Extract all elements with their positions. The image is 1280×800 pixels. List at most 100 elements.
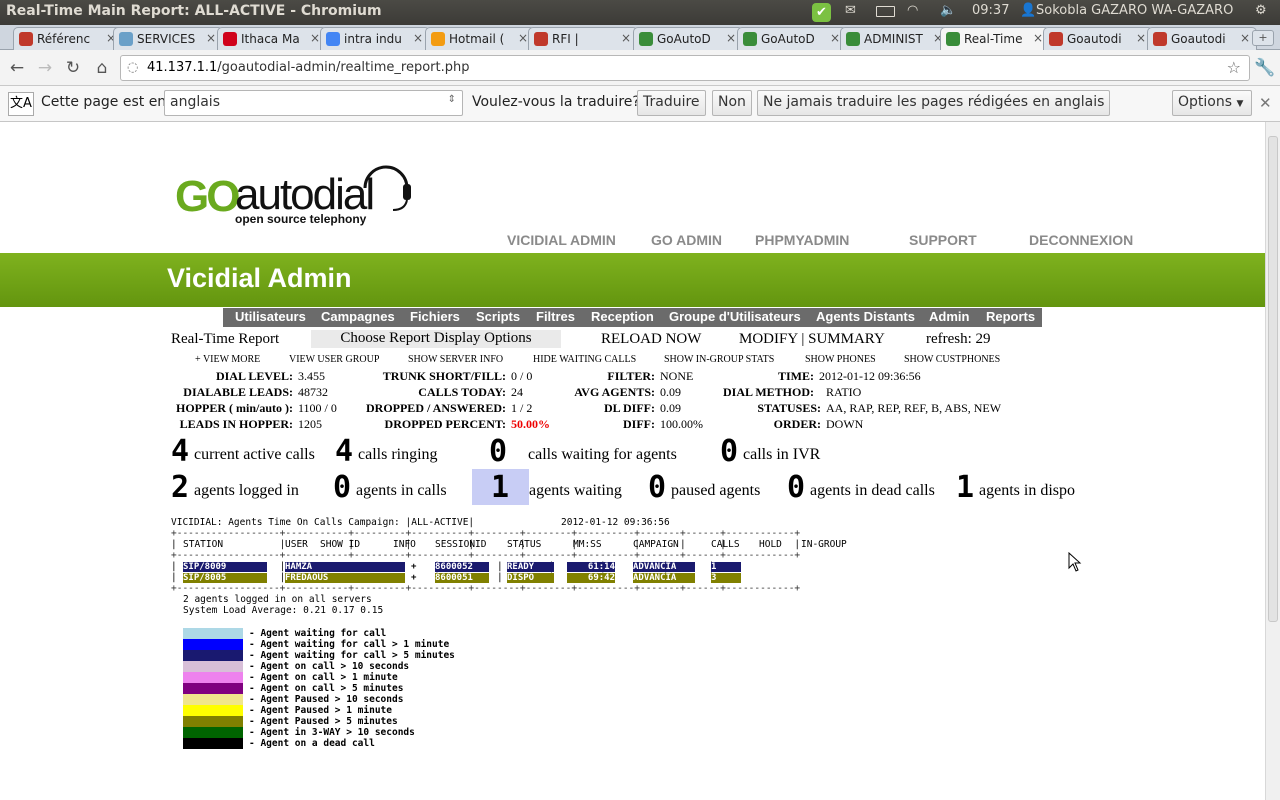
no-translate-button[interactable]: Non (712, 90, 752, 116)
wrench-menu-icon[interactable]: 🔧 (1254, 58, 1275, 78)
translate-button[interactable]: Traduire (637, 90, 706, 116)
stat-value: DOWN (826, 417, 864, 431)
tab-label: SERVICES (137, 32, 196, 46)
forward-arrow-icon[interactable]: → (35, 58, 55, 78)
view-more-link[interactable]: + VIEW MORE (195, 354, 260, 365)
stat-label: TIME: (778, 369, 814, 383)
legend-swatch (183, 628, 243, 639)
system-load: System Load Average: 0.21 0.17 0.15 (183, 605, 384, 616)
tab-4[interactable]: intra indu × (320, 27, 430, 50)
menu-fichiers[interactable]: Fichiers (410, 309, 460, 324)
show-server-info-link[interactable]: SHOW SERVER INFO (408, 354, 503, 365)
menu-agents-distants[interactable]: Agents Distants (816, 309, 915, 324)
agent-user-link[interactable]: HAMZA (285, 562, 405, 572)
stat-value: 0 / 0 (511, 369, 533, 383)
favicon-icon (223, 32, 237, 46)
vertical-scrollbar[interactable] (1265, 122, 1280, 800)
legend-swatch (183, 694, 243, 705)
address-bar[interactable]: ◌ 41.137.1.1/goautodial-admin/realtime_r… (120, 55, 1250, 81)
tab-10[interactable]: Real-Time × (940, 27, 1050, 50)
tab-close-icon[interactable]: × (206, 31, 216, 45)
tab-close-icon[interactable]: × (830, 31, 840, 45)
link-support[interactable]: SUPPORT (909, 232, 977, 248)
link-phpmyadmin[interactable]: PHPMYADMIN (755, 232, 849, 248)
agent-info-link[interactable]: + (411, 573, 419, 583)
user-icon[interactable]: 👤 (1020, 3, 1036, 18)
tab-9[interactable]: ADMINIST × (840, 27, 950, 50)
choose-display-options[interactable]: Choose Report Display Options (311, 330, 561, 348)
show-custphones-link[interactable]: SHOW CUSTPHONES (904, 354, 1000, 365)
tab-5[interactable]: Hotmail (× (425, 27, 535, 50)
show-phones-link[interactable]: SHOW PHONES (805, 354, 876, 365)
agent-info-link[interactable]: + (411, 562, 419, 572)
tab-close-icon[interactable]: × (1240, 31, 1250, 45)
tab-close-icon[interactable]: × (310, 31, 320, 45)
update-indicator-icon[interactable]: ✔ (812, 3, 831, 22)
scrollbar-thumb[interactable] (1268, 136, 1278, 622)
tab-close-icon[interactable]: × (726, 31, 736, 45)
wifi-icon[interactable]: ◠ (907, 3, 918, 18)
link-vicidial-admin[interactable]: VICIDIAL ADMIN (507, 232, 616, 248)
legend-label: - Agent on call > 10 seconds (249, 661, 410, 672)
menu-reception[interactable]: Reception (591, 309, 654, 324)
hide-waiting-calls-link[interactable]: HIDE WAITING CALLS (533, 354, 636, 365)
stat-label: LEADS IN HOPPER: (179, 417, 293, 431)
tab-12[interactable]: Goautodi × (1147, 27, 1257, 50)
tab-11[interactable]: Goautodi × (1043, 27, 1153, 50)
clock[interactable]: 09:37 (972, 3, 1009, 18)
never-translate-button[interactable]: Ne jamais traduire les pages rédigées en… (757, 90, 1111, 116)
favicon-icon (326, 32, 340, 46)
menu-filtres[interactable]: Filtres (536, 309, 575, 324)
tab-close-icon[interactable]: × (413, 31, 423, 45)
language-select[interactable]: anglais ⇕ (164, 90, 463, 116)
bookmark-star-icon[interactable]: ☆ (1227, 58, 1241, 77)
menu-utilisateurs[interactable]: Utilisateurs (235, 309, 306, 324)
menu-groupe-utilisateurs[interactable]: Groupe d'Utilisateurs (669, 309, 801, 324)
modify-summary-link[interactable]: MODIFY | SUMMARY (739, 331, 885, 348)
power-gear-icon[interactable]: ⚙ (1255, 3, 1267, 18)
user-name[interactable]: Sokobla GAZARO WA-GAZARO (1036, 3, 1233, 18)
stat-label: FILTER: (607, 369, 655, 383)
link-go-admin[interactable]: GO ADMIN (651, 232, 722, 248)
tab-7[interactable]: GoAutoD × (633, 27, 743, 50)
menu-admin[interactable]: Admin (929, 309, 969, 324)
link-deconnexion[interactable]: DECONNEXION (1029, 232, 1133, 248)
page-info-icon[interactable]: ◌ (127, 60, 138, 75)
battery-icon[interactable] (876, 6, 895, 17)
tab-close-icon[interactable]: × (1033, 31, 1043, 45)
view-user-group-link[interactable]: VIEW USER GROUP (289, 354, 379, 365)
menu-reports[interactable]: Reports (986, 309, 1035, 324)
calls-ringing-label: calls ringing (358, 446, 438, 463)
new-tab-button[interactable]: + (1252, 30, 1274, 46)
stat-label: DIAL LEVEL: (215, 369, 293, 383)
table-row[interactable]: SIP/8005 (183, 573, 267, 583)
close-infobar-icon[interactable]: ✕ (1259, 94, 1272, 112)
show-in-group-stats-link[interactable]: SHOW IN-GROUP STATS (664, 354, 774, 365)
tab-6[interactable]: RFI | × (528, 27, 638, 50)
tab-3[interactable]: Ithaca Ma × (217, 27, 327, 50)
tab-label: Goautodi (1067, 32, 1122, 46)
tab-close-icon[interactable]: × (518, 31, 528, 45)
paused-agents-count: 0 (648, 470, 667, 505)
tab-label: ADMINIST (864, 32, 923, 46)
mail-icon[interactable]: ✉ (845, 3, 856, 18)
reload-now-link[interactable]: RELOAD NOW (601, 331, 701, 348)
menu-campagnes[interactable]: Campagnes (321, 309, 395, 324)
legend-swatch (183, 738, 243, 749)
tab-close-icon[interactable]: × (1136, 31, 1146, 45)
favicon-icon (19, 32, 33, 46)
legend-swatch (183, 650, 243, 661)
tab-8[interactable]: GoAutoD × (737, 27, 847, 50)
tab-1[interactable]: Référenc × (13, 27, 123, 50)
reload-icon[interactable]: ↻ (63, 58, 83, 78)
tab-close-icon[interactable]: × (621, 31, 631, 45)
agent-user-link[interactable]: FREDAOUS (285, 573, 405, 583)
menu-scripts[interactable]: Scripts (476, 309, 520, 324)
home-icon[interactable]: ⌂ (92, 58, 112, 78)
table-row[interactable]: SIP/8009 (183, 562, 267, 572)
volume-icon[interactable]: 🔈 (940, 3, 956, 18)
tab-2[interactable]: SERVICES × (113, 27, 223, 50)
back-arrow-icon[interactable]: ← (7, 58, 27, 78)
options-button[interactable]: Options ▼ (1172, 90, 1252, 116)
tab-label: RFI | (552, 32, 579, 46)
